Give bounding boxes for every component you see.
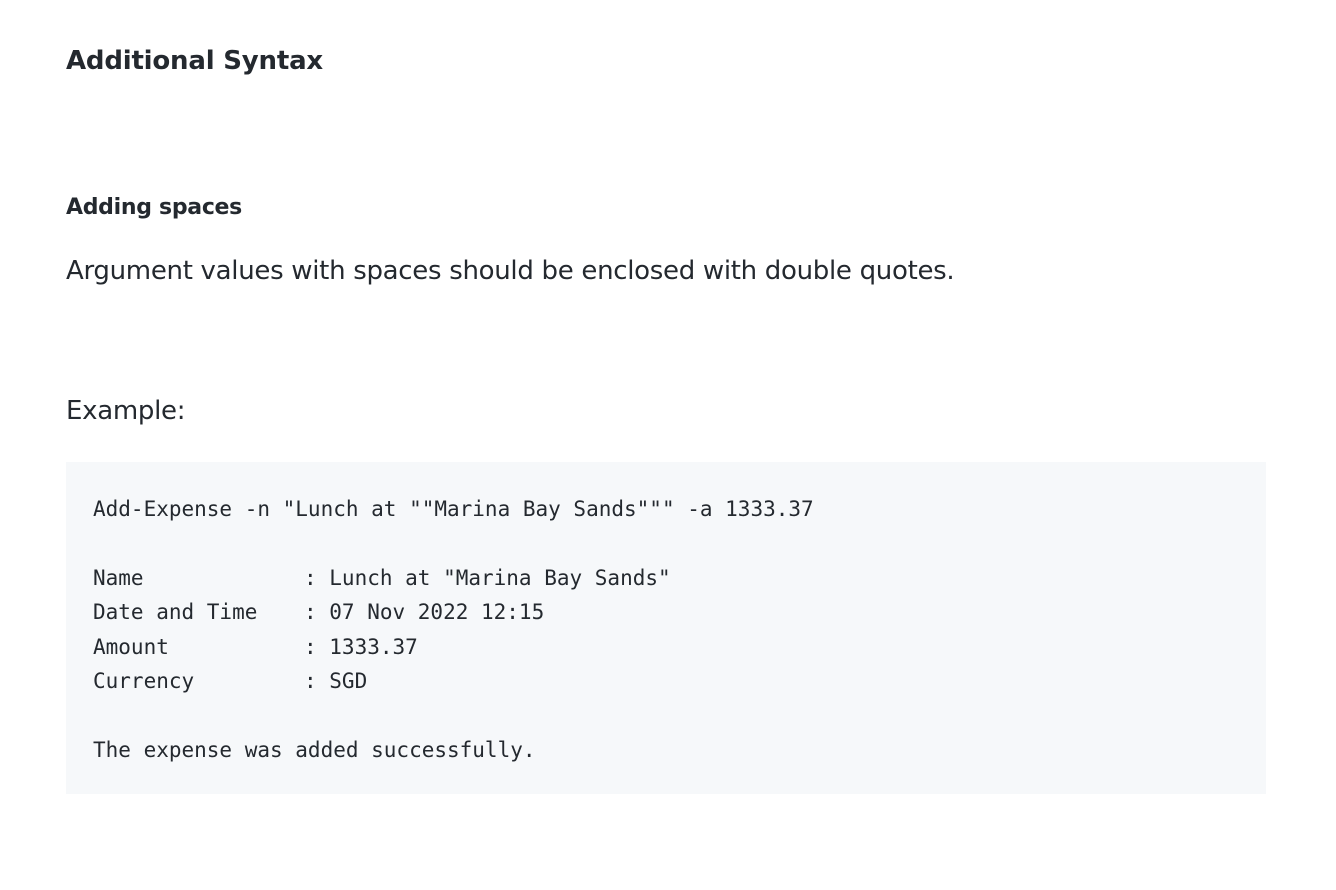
command-line: Add-Expense -n "Lunch at ""Marina Bay Sa… — [93, 497, 814, 521]
example-label: Example: — [66, 396, 186, 426]
output-value: : 1333.37 — [304, 634, 418, 659]
output-row-name: Name : Lunch at "Marina Bay Sands" — [93, 561, 1239, 595]
output-value: : 07 Nov 2022 12:15 — [304, 600, 545, 625]
output-key: Amount — [93, 634, 169, 659]
section-heading: Additional Syntax — [66, 46, 324, 76]
subsection-heading: Adding spaces — [66, 195, 242, 220]
result-message: The expense was added successfully. — [93, 737, 536, 762]
output-key: Currency — [93, 668, 195, 693]
output-value: : Lunch at "Marina Bay Sands" — [304, 565, 671, 590]
output-key: Date and Time — [93, 600, 258, 625]
output-key: Name — [93, 565, 144, 590]
code-block[interactable]: Add-Expense -n "Lunch at ""Marina Bay Sa… — [66, 462, 1266, 794]
output-row-amount: Amount : 1333.37 — [93, 630, 1239, 664]
output-row-date-and-time: Date and Time : 07 Nov 2022 12:15 — [93, 595, 1239, 629]
description-paragraph: Argument values with spaces should be en… — [66, 256, 955, 286]
output-row-currency: Currency : SGD — [93, 664, 1239, 698]
output-value: : SGD — [304, 668, 368, 693]
